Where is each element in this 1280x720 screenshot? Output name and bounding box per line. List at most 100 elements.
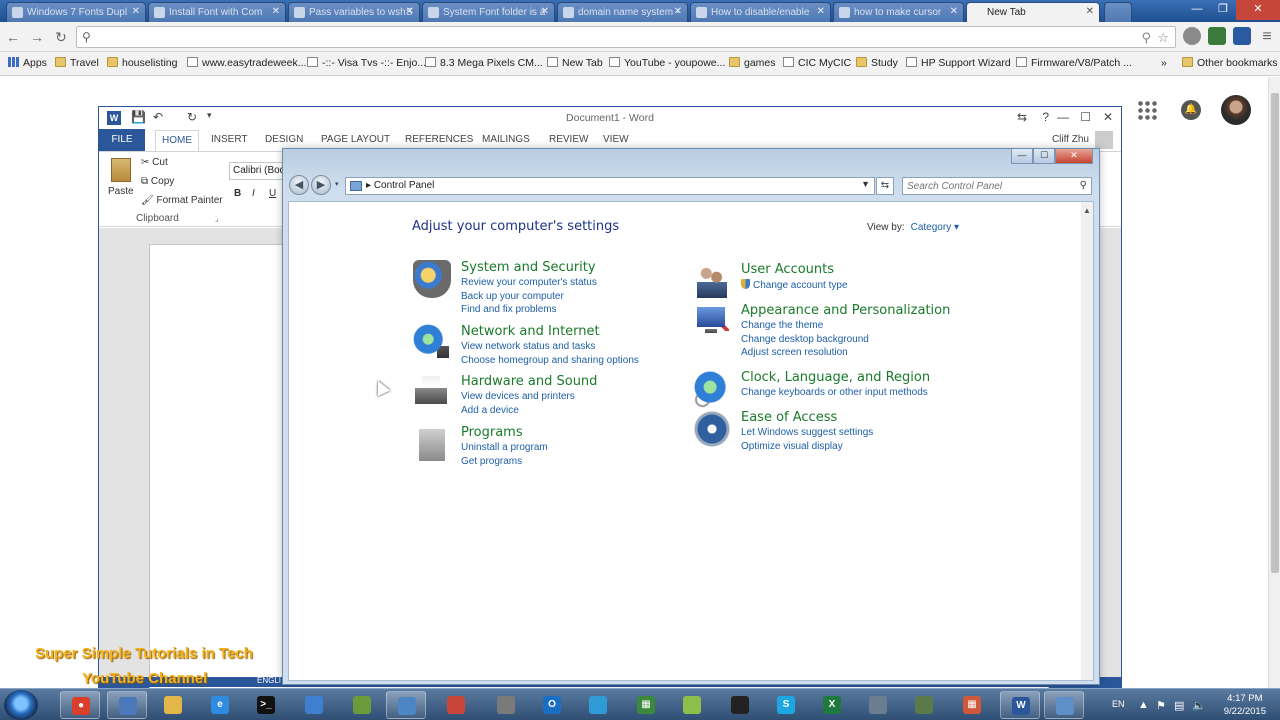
users-icon[interactable]	[693, 262, 731, 300]
browser-tab[interactable]: How to disable/enable ✕	[690, 2, 831, 22]
taskbar-explorer-folder[interactable]	[153, 691, 193, 719]
printer-icon[interactable]	[413, 374, 451, 412]
extension-icon[interactable]	[1183, 27, 1201, 45]
bookmark-item[interactable]: Travel	[55, 57, 99, 69]
close-icon[interactable]: ✕	[1055, 149, 1093, 164]
avatar[interactable]	[1221, 95, 1251, 125]
taskbar-connect[interactable]	[578, 691, 618, 719]
taskbar-control-panel[interactable]	[1044, 691, 1084, 719]
ribbon-tab-review[interactable]: REVIEW	[549, 134, 588, 145]
download-extension-icon[interactable]	[1233, 27, 1251, 45]
category-link[interactable]: Change the theme	[741, 320, 823, 331]
category-title[interactable]: Appearance and Personalization	[741, 303, 950, 318]
taskbar-globe[interactable]	[294, 691, 334, 719]
close-tab-icon[interactable]: ✕	[674, 6, 682, 17]
close-tab-icon[interactable]: ✕	[272, 6, 280, 17]
menu-icon[interactable]: ≡	[1258, 28, 1276, 46]
browser-tab[interactable]: Pass variables to wshS ✕	[288, 2, 420, 22]
ribbon-tab-home[interactable]: HOME	[155, 130, 199, 151]
globe-network-icon[interactable]	[413, 324, 451, 362]
underline-button[interactable]: U	[269, 188, 276, 199]
taskbar-paint[interactable]	[672, 691, 712, 719]
category-link[interactable]: Change keyboards or other input methods	[741, 387, 928, 398]
category-link[interactable]: View network status and tasks	[461, 341, 595, 352]
maximize-icon[interactable]: ☐	[1033, 149, 1055, 164]
google-apps-icon[interactable]	[1137, 100, 1157, 120]
maximize-icon[interactable]: ☐	[1080, 110, 1091, 124]
browser-tab[interactable]: Windows 7 Fonts Dupl ✕	[6, 2, 146, 22]
category-link[interactable]: Adjust screen resolution	[741, 347, 848, 358]
network-status-icon[interactable]: ▤	[1174, 699, 1184, 712]
category-link[interactable]: Optimize visual display	[741, 441, 843, 452]
minimize-icon[interactable]: —	[1011, 149, 1033, 164]
ribbon-tab-design[interactable]: DESIGN	[265, 134, 303, 145]
bookmark-item[interactable]: CIC MyCIC	[783, 57, 851, 69]
language-indicator[interactable]: EN	[1112, 699, 1125, 709]
scrollbar-thumb[interactable]	[1271, 93, 1279, 573]
breadcrumb[interactable]: ▸ Control Panel	[366, 180, 434, 191]
volume-icon[interactable]: 🔈	[1192, 699, 1206, 712]
close-tab-icon[interactable]: ✕	[1086, 6, 1094, 17]
browser-tab[interactable]: New Tab ✕	[966, 2, 1100, 22]
refresh-icon[interactable]: ⇆	[876, 177, 894, 195]
content-scrollbar[interactable]: ▲	[1081, 202, 1093, 680]
category-link[interactable]: View devices and printers	[461, 391, 575, 402]
view-by-dropdown[interactable]: Category ▾	[911, 222, 959, 233]
bookmark-item[interactable]: Firmware/V8/Patch ...	[1016, 57, 1132, 69]
taskbar-word[interactable]: W	[1000, 691, 1040, 719]
restore-icon[interactable]: ❐	[1210, 0, 1236, 20]
browser-tab[interactable]: domain name system - ✕	[557, 2, 688, 22]
scroll-up-icon[interactable]: ▲	[1083, 206, 1091, 215]
category-link[interactable]: Let Windows suggest settings	[741, 427, 873, 438]
bookmark-item[interactable]: games	[729, 57, 776, 69]
page-scrollbar[interactable]	[1268, 77, 1280, 688]
ribbon-tab-references[interactable]: REFERENCES	[405, 134, 473, 145]
recent-pages-icon[interactable]: ▾	[335, 180, 339, 188]
back-icon[interactable]: ←	[4, 28, 22, 46]
ribbon-tab-view[interactable]: VIEW	[603, 134, 629, 145]
ribbon-tab-page-layout[interactable]: PAGE LAYOUT	[321, 134, 390, 145]
notifications-icon[interactable]: 🔔	[1181, 100, 1201, 120]
taskbar-obs[interactable]	[720, 691, 760, 719]
back-icon[interactable]: ◀	[289, 175, 309, 195]
category-link[interactable]: Change desktop background	[741, 334, 869, 345]
taskbar-network[interactable]	[386, 691, 426, 719]
control-panel-search[interactable]: ⚲	[902, 177, 1092, 195]
minimize-icon[interactable]: —	[1184, 0, 1210, 20]
category-link[interactable]: Review your computer's status	[461, 277, 597, 288]
category-title[interactable]: Hardware and Sound	[461, 374, 597, 389]
close-tab-icon[interactable]: ✕	[817, 6, 825, 17]
omnibox-input[interactable]	[99, 29, 1139, 45]
help-icon[interactable]: ?	[1042, 110, 1049, 124]
italic-button[interactable]: I	[252, 188, 255, 199]
close-tab-icon[interactable]: ✕	[132, 6, 140, 17]
close-icon[interactable]: ✕	[1236, 0, 1280, 20]
monitor-brush-icon[interactable]	[693, 303, 731, 341]
category-link[interactable]: Uninstall a program	[461, 442, 548, 453]
taskbar-tools[interactable]	[342, 691, 382, 719]
category-title[interactable]: Programs	[461, 425, 523, 440]
forward-icon[interactable]: ▶	[311, 175, 331, 195]
close-tab-icon[interactable]: ✕	[950, 6, 958, 17]
paste-button[interactable]: Paste	[108, 186, 134, 197]
taskbar-excel[interactable]: X	[812, 691, 852, 719]
taskbar-search-tool[interactable]	[436, 691, 476, 719]
category-title[interactable]: Network and Internet	[461, 324, 600, 339]
taskbar-skype[interactable]: S	[766, 691, 806, 719]
bookmark-item[interactable]: HP Support Wizard	[906, 57, 1011, 69]
status-language[interactable]: ENGLI	[257, 676, 281, 685]
format-painter-button[interactable]: 🖌 Format Painter	[141, 195, 223, 206]
forward-icon[interactable]: →	[28, 28, 46, 46]
tray-arrow-icon[interactable]: ▲	[1138, 699, 1149, 711]
taskbar-sheet[interactable]: ▦	[626, 691, 666, 719]
close-icon[interactable]: ✕	[1103, 110, 1113, 124]
category-title[interactable]: Clock, Language, and Region	[741, 370, 930, 385]
category-title[interactable]: User Accounts	[741, 262, 834, 277]
ribbon-tab-file[interactable]: FILE	[99, 129, 145, 151]
taskbar-cmd[interactable]: >_	[246, 691, 286, 719]
user-picture-icon[interactable]	[1095, 131, 1113, 149]
programs-icon[interactable]	[413, 425, 451, 463]
taskbar-video[interactable]	[904, 691, 944, 719]
bookmark-item[interactable]: Apps	[8, 57, 47, 69]
category-link[interactable]: Get programs	[461, 456, 522, 467]
